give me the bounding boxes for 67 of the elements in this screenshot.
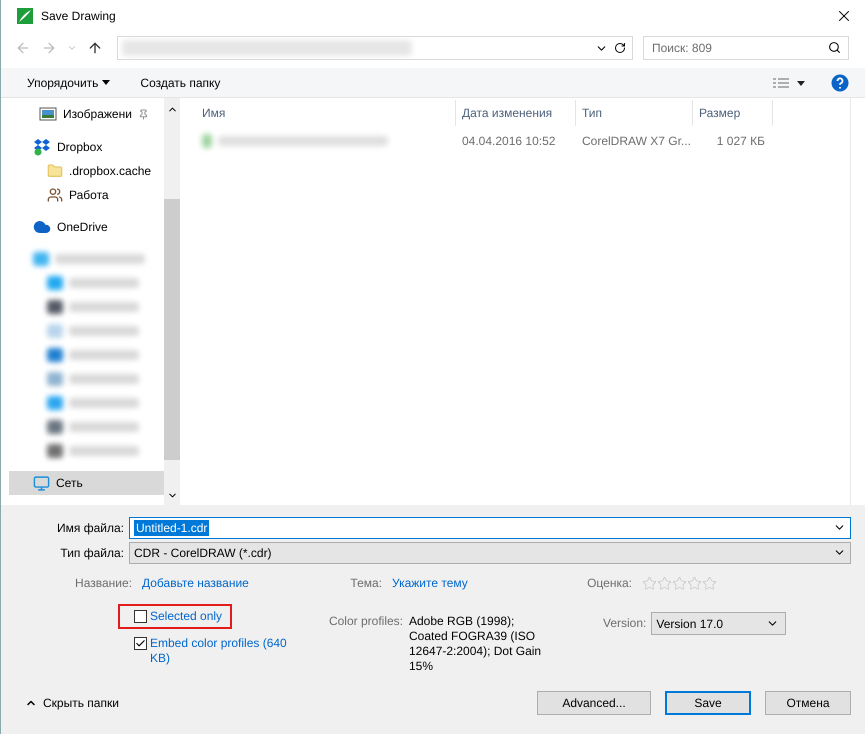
app-logo-icon (17, 8, 33, 24)
file-name-field[interactable]: Untitled-1.cdr (129, 516, 851, 538)
date-cell-text: 04.04.2016 10:52 (461, 134, 556, 148)
help-icon[interactable] (831, 74, 849, 92)
size-cell-text: 1 027 КБ (716, 134, 766, 148)
dialog-button[interactable]: Save (665, 691, 751, 715)
option-label: Embed color profiles (640 KB) (150, 636, 288, 666)
sidebar-item[interactable]: Сеть (9, 471, 164, 495)
version-label: Version: (603, 615, 646, 630)
new-folder-button[interactable]: Создать папку (132, 72, 228, 94)
dropbox-icon (33, 138, 51, 156)
rating-label: Оценка: (586, 576, 633, 590)
type-cell-text: CorelDRAW X7 Gr... (581, 134, 692, 148)
column-header[interactable]: Дата изменения (456, 100, 576, 126)
checkbox[interactable] (134, 637, 147, 650)
blurred-label (69, 398, 139, 408)
search-icon (828, 41, 841, 54)
sidebar-item[interactable]: .dropbox.cache (9, 159, 164, 183)
title-label: Название: (74, 576, 133, 590)
organize-menu[interactable]: Упорядочить (19, 72, 118, 94)
checkbox[interactable] (134, 610, 147, 623)
caret-icon (102, 80, 110, 85)
rating-stars[interactable] (642, 576, 717, 590)
sidebar-item[interactable]: Dropbox (9, 135, 164, 159)
pin-icon (138, 108, 149, 120)
option[interactable]: Embed color profiles (640 KB) (118, 631, 298, 671)
refresh-icon[interactable] (614, 42, 626, 54)
color-profiles-value: Adobe RGB (1998); Coated FOGRA39 (ISO 12647-2:2004); Dot Gain 15% (409, 613, 542, 674)
title-link[interactable]: Добавьте название (142, 576, 282, 590)
blurred-label (69, 278, 139, 288)
sidebar-item[interactable]: Изображени (9, 102, 164, 126)
view-options-icon[interactable] (773, 78, 805, 88)
sidebar-item[interactable]: Работа (9, 183, 164, 207)
column-header[interactable]: Размер (693, 100, 773, 126)
scrollbar[interactable] (164, 98, 180, 505)
up-icon[interactable] (87, 40, 103, 56)
version-select[interactable]: Version 17.0 (651, 612, 786, 635)
option-label: Selected only (150, 609, 222, 624)
column-header[interactable]: Тип (576, 100, 693, 126)
dialog-button[interactable]: Advanced... (537, 691, 651, 715)
network-icon (33, 474, 50, 492)
color-profiles-label: Color profiles: (328, 613, 404, 630)
file-type-select[interactable]: CDR - CorelDRAW (*.cdr) (129, 542, 851, 564)
blurred-label (69, 422, 139, 432)
subject-link[interactable]: Укажите тему (392, 576, 522, 590)
column-header[interactable]: Имя (196, 100, 456, 126)
blurred-label (69, 326, 139, 336)
blurred-file-icon (202, 134, 212, 148)
search-field[interactable]: Поиск: 809 (643, 36, 849, 60)
file-row[interactable]: 04.04.2016 10:52 CorelDRAW X7 Gr... 1 027 КБ (196, 128, 850, 154)
address-field[interactable] (117, 36, 633, 60)
blurred-label (69, 350, 139, 360)
hide-folders-button[interactable]: Скрыть папки (19, 695, 125, 711)
field-label: Тип файла: (59, 546, 125, 560)
field-label: Имя файла: (56, 520, 125, 534)
dialog-button[interactable]: Отмена (765, 691, 851, 715)
subject-label: Тема: (349, 576, 383, 590)
blurred-label (69, 446, 139, 456)
highlighted-option[interactable]: Selected only (118, 604, 232, 629)
blurred-label (69, 302, 139, 312)
users-icon (47, 187, 63, 203)
cloud-icon (33, 218, 51, 236)
blurred-label (69, 374, 139, 384)
sidebar-item[interactable]: OneDrive (9, 215, 164, 239)
picture-icon (39, 107, 57, 121)
folder-icon (47, 163, 63, 179)
window-title: Save Drawing (41, 9, 117, 23)
